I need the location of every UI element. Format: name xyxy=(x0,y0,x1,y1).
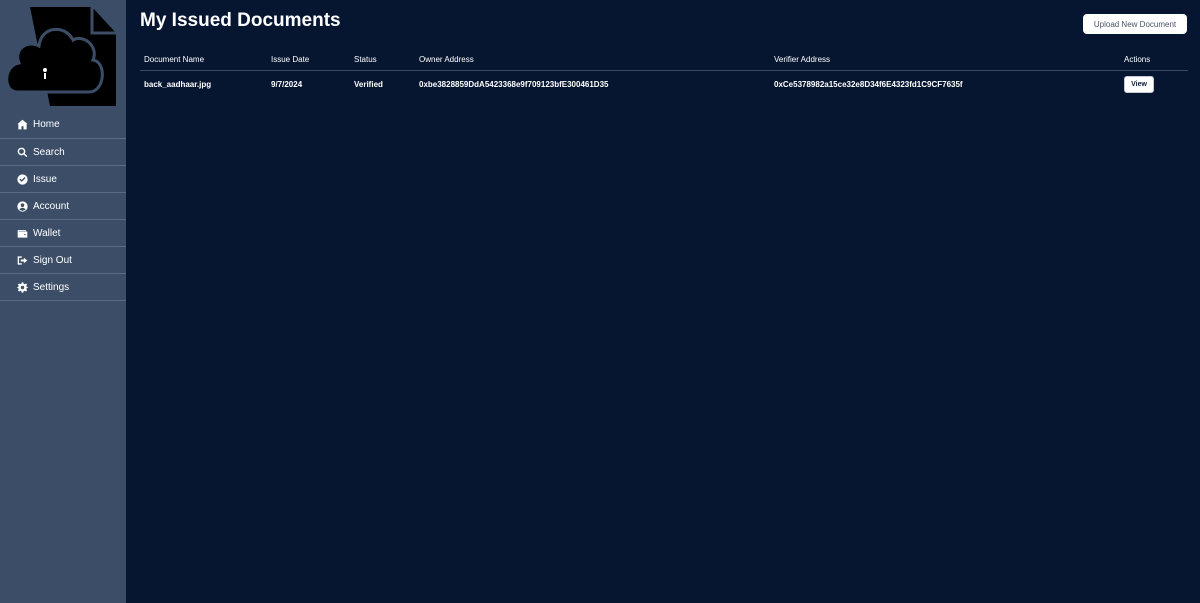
home-icon xyxy=(16,119,28,131)
sidebar-item-settings[interactable]: Settings xyxy=(0,274,126,301)
sidebar-nav: Home Search Issue Account Wallet Sign Ou… xyxy=(0,111,126,301)
issue-date-cell: 9/7/2024 xyxy=(271,79,303,89)
sidebar-item-label: Account xyxy=(33,200,70,212)
sidebar-item-wallet[interactable]: Wallet xyxy=(0,220,126,247)
column-header-status: Status xyxy=(350,49,415,71)
table-row: back_aadhaar.jpg 9/7/2024 Verified 0xbe3… xyxy=(140,71,1188,98)
main-content: My Issued Documents Upload New Document … xyxy=(126,0,1200,603)
app-logo xyxy=(5,6,117,107)
sidebar: Home Search Issue Account Wallet Sign Ou… xyxy=(0,0,126,603)
sidebar-item-search[interactable]: Search xyxy=(0,139,126,166)
issued-documents-table: Document Name Issue Date Status Owner Ad… xyxy=(140,49,1188,97)
sidebar-item-account[interactable]: Account xyxy=(0,193,126,220)
column-header-actions: Actions xyxy=(1120,49,1188,71)
gear-icon xyxy=(16,281,28,293)
user-circle-icon xyxy=(16,200,28,212)
page-title: My Issued Documents xyxy=(140,10,341,31)
sidebar-item-label: Sign Out xyxy=(33,254,72,266)
sidebar-item-label: Issue xyxy=(33,173,57,185)
column-header-verifier-address: Verifier Address xyxy=(770,49,1120,71)
owner-address-cell: 0xbe3828859DdA5423368e9f709123bfE300461D… xyxy=(419,79,609,89)
column-header-issue-date: Issue Date xyxy=(267,49,350,71)
upload-new-document-button[interactable]: Upload New Document xyxy=(1083,14,1187,34)
sidebar-item-label: Settings xyxy=(33,281,70,293)
column-header-document-name: Document Name xyxy=(140,49,267,71)
search-icon xyxy=(16,146,28,158)
document-name-cell: back_aadhaar.jpg xyxy=(144,79,212,89)
status-cell: Verified xyxy=(354,79,383,89)
wallet-icon xyxy=(16,227,28,239)
table-header-row: Document Name Issue Date Status Owner Ad… xyxy=(140,49,1188,71)
sidebar-item-label: Search xyxy=(33,146,65,158)
sidebar-item-issue[interactable]: Issue xyxy=(0,166,126,193)
check-circle-icon xyxy=(16,173,28,185)
sidebar-item-label: Wallet xyxy=(33,227,61,239)
sidebar-item-label: Home xyxy=(33,119,60,130)
actions-cell: View xyxy=(1120,71,1188,98)
verifier-address-cell: 0xCe5378982a15ce32e8D34f6E4323fd1C9CF763… xyxy=(774,79,963,89)
sidebar-item-home[interactable]: Home xyxy=(0,111,126,139)
sidebar-item-sign-out[interactable]: Sign Out xyxy=(0,247,126,274)
column-header-owner-address: Owner Address xyxy=(415,49,770,71)
view-button[interactable]: View xyxy=(1124,75,1154,93)
sign-out-icon xyxy=(16,254,28,266)
